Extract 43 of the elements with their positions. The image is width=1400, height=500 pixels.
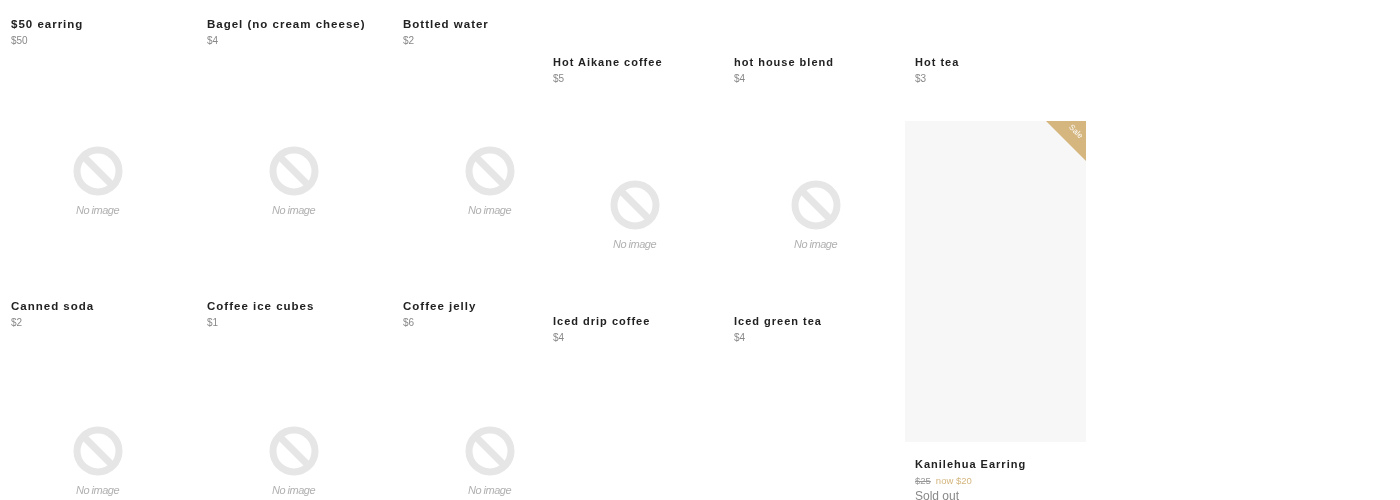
no-image-icon (268, 426, 319, 476)
no-image-label: No image (793, 238, 838, 250)
product-price: $4 (734, 332, 746, 343)
product-price: $2 (403, 35, 415, 46)
product-price: $50 (11, 35, 28, 46)
product-title[interactable]: Kanilehua Earring (915, 458, 1027, 470)
no-image-icon (464, 146, 515, 196)
product-price: $2 (11, 317, 23, 328)
sale-price: now $20 (935, 475, 972, 486)
no-image-label: No image (75, 204, 120, 216)
no-image-label: No image (271, 204, 316, 216)
product-title[interactable]: hot house blend (734, 56, 834, 68)
product-title[interactable]: Coffee jelly (403, 300, 477, 312)
product-price: $4 (207, 35, 219, 46)
product-price: $4 (734, 73, 746, 84)
product-title[interactable]: Iced drip coffee (553, 315, 651, 327)
product-title[interactable]: $50 earring (11, 18, 84, 30)
no-image-label: No image (612, 238, 657, 250)
product-price: $4 (553, 332, 565, 343)
product-title[interactable]: Bagel (no cream cheese) (207, 18, 366, 30)
product-title[interactable]: Coffee ice cubes (207, 300, 315, 312)
no-image-label: No image (75, 484, 120, 496)
no-image-icon (464, 426, 515, 476)
product-price: $6 (403, 317, 415, 328)
product-price: $3 (915, 73, 927, 84)
no-image-icon (72, 426, 123, 476)
no-image-label: No image (271, 484, 316, 496)
no-image-icon (268, 146, 319, 196)
product-title[interactable]: Iced green tea (734, 315, 822, 327)
product-title[interactable]: Hot Aikane coffee (553, 56, 663, 68)
product-price: $1 (207, 317, 219, 328)
product-title[interactable]: Hot tea (915, 56, 960, 68)
no-image-icon (72, 146, 123, 196)
sold-out-label: Sold out (915, 489, 960, 500)
no-image-icon (609, 180, 660, 230)
product-price: $5 (553, 73, 565, 84)
no-image-label: No image (467, 484, 512, 496)
product-title[interactable]: Bottled water (403, 18, 489, 30)
sale-ribbon (1046, 121, 1086, 161)
no-image-label: No image (467, 204, 512, 216)
no-image-icon (790, 180, 841, 230)
product-title[interactable]: Canned soda (11, 300, 95, 312)
original-price: $25 (915, 475, 931, 486)
